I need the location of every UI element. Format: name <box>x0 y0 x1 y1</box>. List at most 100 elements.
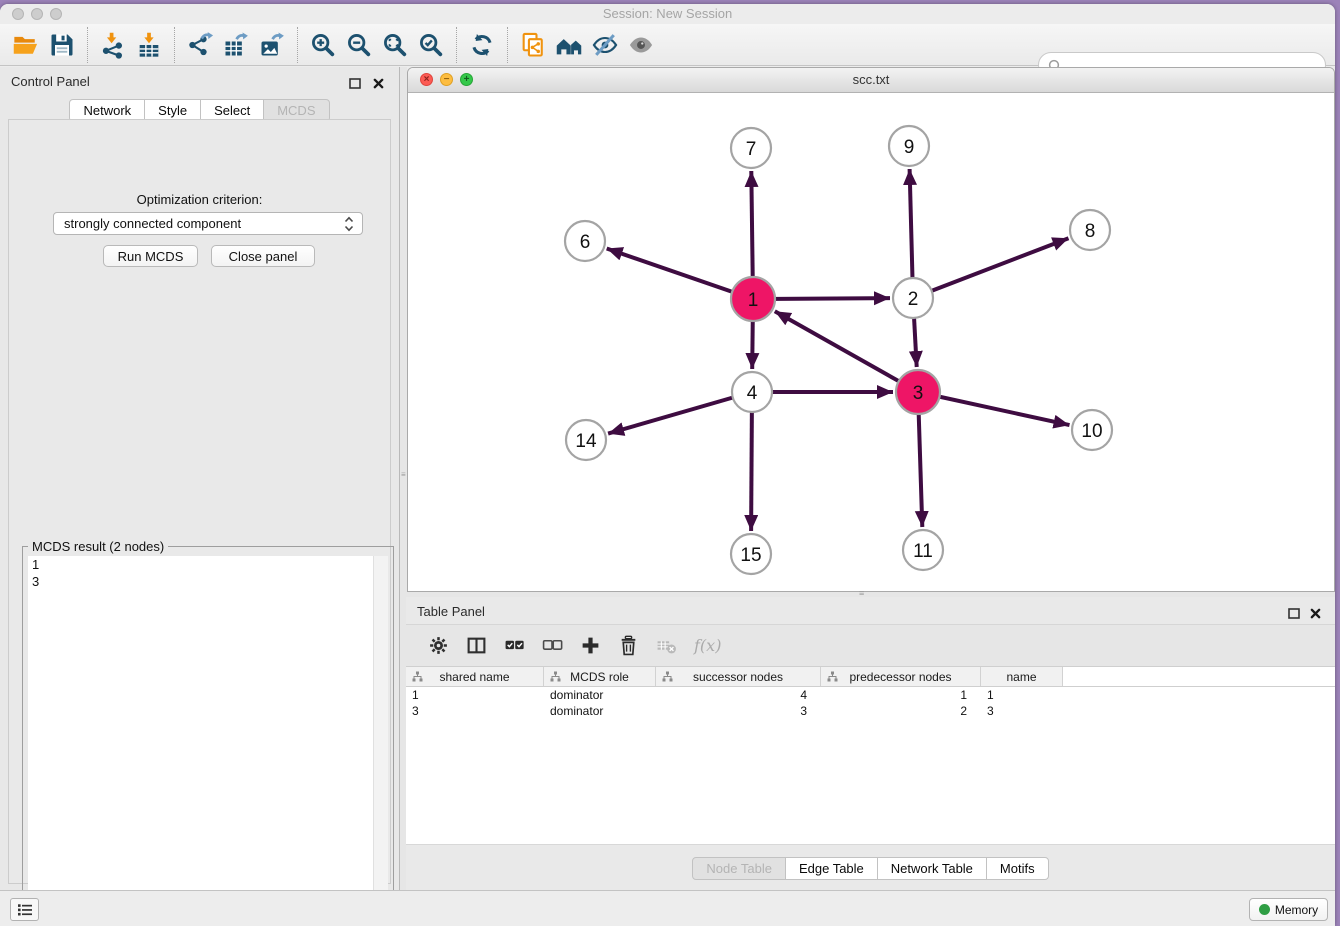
fx-label: f(x) <box>694 636 721 655</box>
task-history-button[interactable] <box>10 898 39 921</box>
toolbar-separator <box>297 27 298 63</box>
network-canvas[interactable]: 7968124314101511 <box>408 92 1334 591</box>
import-network-icon[interactable] <box>95 28 131 62</box>
column-header-name[interactable]: name <box>981 667 1063 686</box>
node-label-4: 4 <box>747 383 758 404</box>
column-header-mcds-role[interactable]: MCDS role <box>544 667 656 686</box>
memory-status-icon <box>1259 904 1270 915</box>
float-table-panel-icon[interactable] <box>1286 605 1302 621</box>
tab-node-table[interactable]: Node Table <box>692 857 786 880</box>
window-title: Session: New Session <box>0 6 1335 21</box>
close-table-panel-icon[interactable] <box>1307 605 1323 621</box>
control-panel: Control Panel NetworkStyleSelectMCDS Opt… <box>0 67 400 890</box>
cell[interactable]: 3 <box>656 704 821 718</box>
delete-column-icon[interactable] <box>616 634 640 658</box>
copy-network-icon[interactable] <box>515 28 551 62</box>
criterion-dropdown[interactable]: strongly connected component <box>53 212 363 235</box>
cell[interactable]: 3 <box>406 704 544 718</box>
edge-3-10[interactable] <box>918 392 1070 425</box>
open-session-icon[interactable] <box>8 28 44 62</box>
node-label-9: 9 <box>904 137 915 158</box>
edge-3-1[interactable] <box>775 311 918 392</box>
close-panel-label: Close panel <box>229 249 298 264</box>
mcds-result-box: MCDS result (2 nodes) 13 <box>22 546 394 926</box>
node-label-2: 2 <box>908 289 919 310</box>
node-table-rows: 1dominator4113dominator323 <box>406 687 1335 719</box>
zoom-selected-icon[interactable] <box>413 28 449 62</box>
network-view-window: × − + scc.txt 7968124314101511 <box>407 67 1335 592</box>
close-panel-button[interactable]: Close panel <box>211 245 315 267</box>
select-all-checkboxes-icon[interactable] <box>502 634 526 658</box>
show-eye-icon[interactable] <box>623 28 659 62</box>
hide-eye-icon[interactable] <box>587 28 623 62</box>
node-label-15: 15 <box>740 545 761 566</box>
column-label: name <box>1006 670 1036 684</box>
node-label-11: 11 <box>913 541 933 562</box>
column-header-shared-name[interactable]: shared name <box>406 667 544 686</box>
table-panel-tabs: Node TableEdge TableNetwork TableMotifs <box>406 857 1335 880</box>
node-label-6: 6 <box>580 232 591 253</box>
column-header-successor-nodes[interactable]: successor nodes <box>656 667 821 686</box>
edge-4-14[interactable] <box>608 392 752 434</box>
gear-icon[interactable] <box>426 634 450 658</box>
cell[interactable]: 1 <box>821 688 981 702</box>
main-toolbar <box>0 24 1335 66</box>
mcds-result-line: 3 <box>28 573 388 590</box>
table-panel: Table Panel f(x) shared name MCDS role suc… <box>406 597 1335 890</box>
result-scrollbar[interactable] <box>373 556 388 920</box>
add-column-icon[interactable] <box>578 634 602 658</box>
function-builder-icon[interactable]: f(x) <box>692 634 721 658</box>
column-label: MCDS role <box>570 670 629 684</box>
mcds-result-line: 1 <box>28 556 388 573</box>
cell[interactable]: 3 <box>981 704 1063 718</box>
cell[interactable]: 4 <box>656 688 821 702</box>
mcds-result-textarea[interactable]: 13 <box>28 556 388 920</box>
tab-motifs[interactable]: Motifs <box>986 857 1049 880</box>
table-row[interactable]: 1dominator411 <box>406 687 1335 703</box>
column-label: shared name <box>439 670 509 684</box>
table-row[interactable]: 3dominator323 <box>406 703 1335 719</box>
tab-network-table[interactable]: Network Table <box>877 857 987 880</box>
table-panel-footer: Node TableEdge TableNetwork TableMotifs <box>406 844 1335 890</box>
tab-edge-table[interactable]: Edge Table <box>785 857 878 880</box>
column-label: predecessor nodes <box>849 670 951 684</box>
split-columns-icon[interactable] <box>464 634 488 658</box>
clear-checkboxes-icon[interactable] <box>540 634 564 658</box>
zoom-in-icon[interactable] <box>305 28 341 62</box>
refresh-icon[interactable] <box>464 28 500 62</box>
optimization-criterion-label: Optimization criterion: <box>9 192 390 207</box>
node-label-3: 3 <box>913 383 924 404</box>
delete-table-icon[interactable] <box>654 634 678 658</box>
import-table-icon[interactable] <box>131 28 167 62</box>
node-label-8: 8 <box>1085 221 1096 242</box>
cell[interactable]: dominator <box>544 704 656 718</box>
application-window: Session: New Session Control Panel <box>0 4 1335 926</box>
home-icon[interactable] <box>551 28 587 62</box>
mcds-result-title: MCDS result (2 nodes) <box>28 539 168 554</box>
node-label-1: 1 <box>748 290 759 311</box>
save-session-icon[interactable] <box>44 28 80 62</box>
memory-button[interactable]: Memory <box>1249 898 1328 921</box>
control-panel-title: Control Panel <box>11 74 90 89</box>
float-panel-icon[interactable] <box>347 75 363 91</box>
cell[interactable]: 1 <box>981 688 1063 702</box>
zoom-fit-icon[interactable] <box>377 28 413 62</box>
export-table-icon[interactable] <box>218 28 254 62</box>
run-mcds-button[interactable]: Run MCDS <box>103 245 198 267</box>
export-image-icon[interactable] <box>254 28 290 62</box>
toolbar-separator <box>87 27 88 63</box>
cell[interactable]: 1 <box>406 688 544 702</box>
cell[interactable]: dominator <box>544 688 656 702</box>
toolbar-separator <box>507 27 508 63</box>
zoom-out-icon[interactable] <box>341 28 377 62</box>
cell[interactable]: 2 <box>821 704 981 718</box>
edge-2-8[interactable] <box>913 238 1069 298</box>
node-label-7: 7 <box>746 139 757 160</box>
table-panel-title: Table Panel <box>417 604 485 619</box>
close-panel-icon[interactable] <box>370 75 386 91</box>
export-network-icon[interactable] <box>182 28 218 62</box>
node-table: shared name MCDS role successor nodes prede… <box>406 667 1335 845</box>
network-window-title: scc.txt <box>408 72 1334 87</box>
edge-1-6[interactable] <box>607 249 753 300</box>
column-header-predecessor-nodes[interactable]: predecessor nodes <box>821 667 981 686</box>
